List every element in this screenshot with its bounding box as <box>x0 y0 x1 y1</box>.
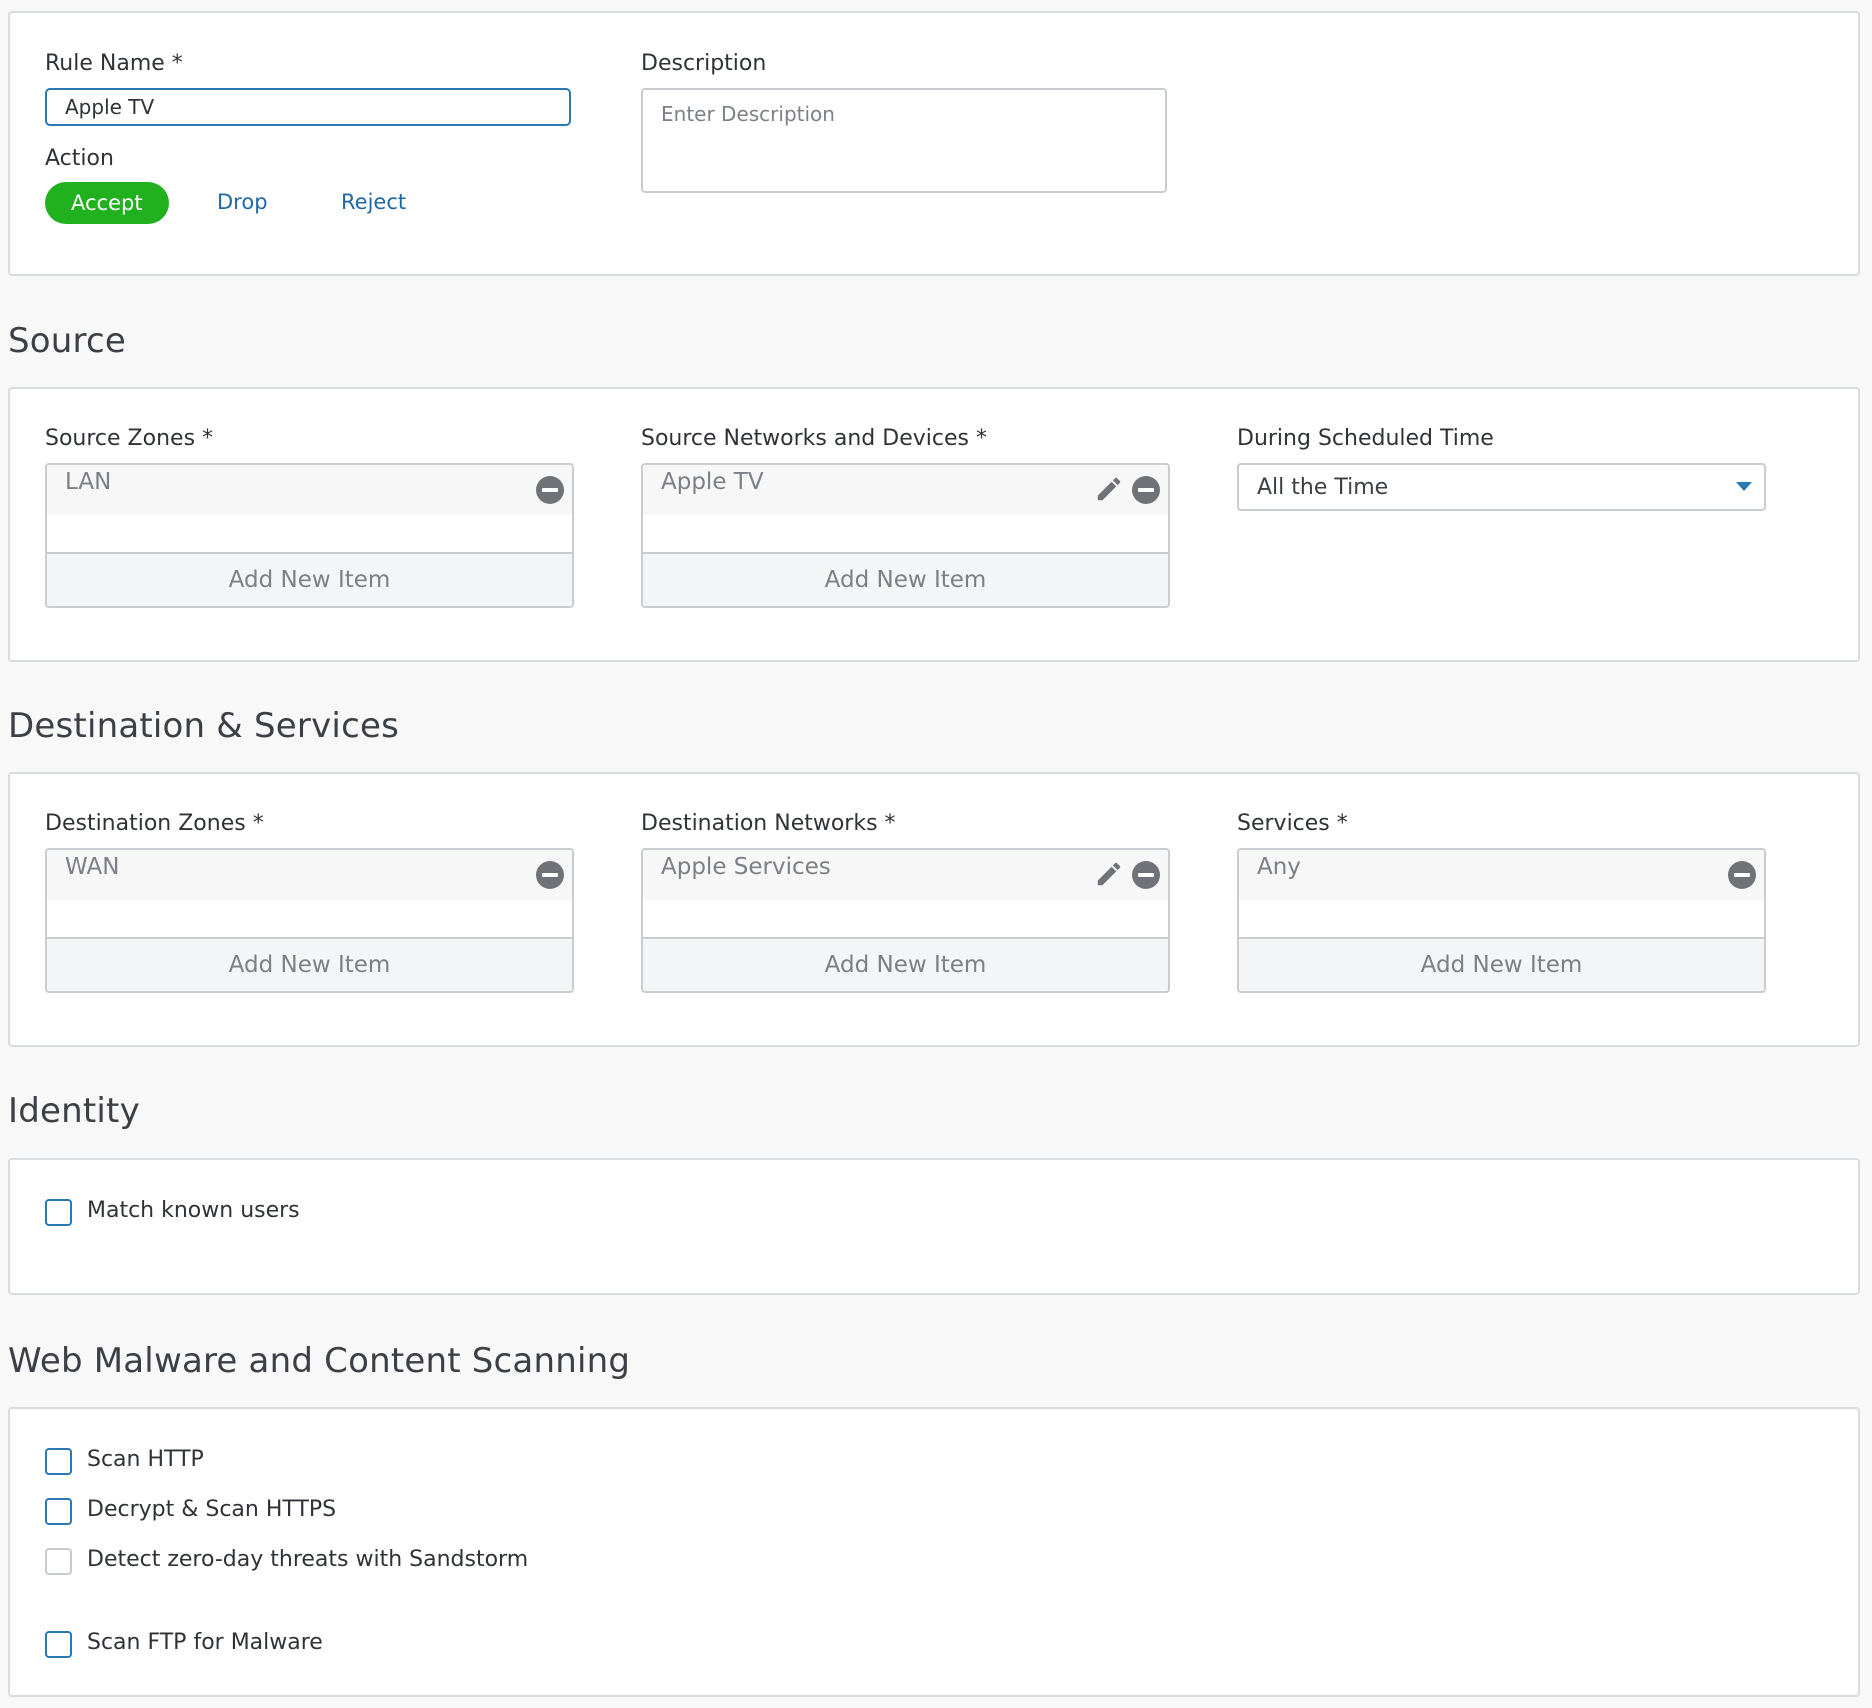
remove-icon[interactable] <box>1132 861 1160 889</box>
pencil-icon[interactable] <box>1094 859 1124 889</box>
service-any: Any <box>1257 854 1301 880</box>
remove-icon[interactable] <box>1132 476 1160 504</box>
general-panel: Rule Name * Action Accept Drop Reject De… <box>8 11 1860 276</box>
add-new-item-button[interactable]: Add New Item <box>643 937 1168 991</box>
caret-down-icon <box>1736 482 1752 491</box>
destination-zones-label: Destination Zones * <box>45 811 264 836</box>
destination-networks-list: Apple Services Add New Item <box>641 848 1170 993</box>
checkbox-box[interactable] <box>45 1498 72 1525</box>
checkbox-box <box>45 1548 72 1575</box>
remove-icon[interactable] <box>536 861 564 889</box>
add-new-item-button[interactable]: Add New Item <box>1239 937 1764 991</box>
drop-button[interactable]: Drop <box>217 190 268 214</box>
add-new-item-button[interactable]: Add New Item <box>47 937 572 991</box>
destination-network-apple-services: Apple Services <box>661 854 831 880</box>
services-list: Any Add New Item <box>1237 848 1766 993</box>
accept-button[interactable]: Accept <box>45 182 169 224</box>
sandstorm-label: Detect zero-day threats with Sandstorm <box>87 1547 529 1572</box>
source-zones-label: Source Zones * <box>45 426 214 451</box>
destination-zones-list: WAN Add New Item <box>45 848 574 993</box>
description-label: Description <box>641 51 767 76</box>
scan-http-label: Scan HTTP <box>87 1447 204 1472</box>
source-networks-label: Source Networks and Devices * <box>641 426 987 451</box>
add-new-item-button[interactable]: Add New Item <box>47 552 572 606</box>
list-item: Apple Services <box>643 850 1168 900</box>
scan-ftp-label: Scan FTP for Malware <box>87 1630 323 1655</box>
identity-section-title: Identity <box>8 1091 140 1131</box>
match-known-users-label: Match known users <box>87 1198 300 1223</box>
checkbox-box[interactable] <box>45 1199 72 1226</box>
action-label: Action <box>45 146 114 171</box>
web-malware-panel: Scan HTTP Decrypt & Scan HTTPS Detect ze… <box>8 1407 1860 1697</box>
destination-zone-wan: WAN <box>65 854 120 880</box>
remove-icon[interactable] <box>536 476 564 504</box>
source-networks-list: Apple TV Add New Item <box>641 463 1170 608</box>
list-item: Apple TV <box>643 465 1168 515</box>
source-zone-lan: LAN <box>65 469 112 495</box>
checkbox-box[interactable] <box>45 1448 72 1475</box>
destination-panel: Destination Zones * WAN Add New Item Des… <box>8 772 1860 1047</box>
list-item: Any <box>1239 850 1764 900</box>
rule-name-input[interactable] <box>45 88 571 126</box>
web-malware-section-title: Web Malware and Content Scanning <box>8 1341 631 1381</box>
source-network-apple-tv: Apple TV <box>661 469 764 495</box>
list-item: LAN <box>47 465 572 515</box>
schedule-label: During Scheduled Time <box>1237 426 1494 451</box>
destination-section-title: Destination & Services <box>8 706 400 746</box>
reject-button[interactable]: Reject <box>341 190 406 214</box>
checkbox-box[interactable] <box>45 1631 72 1658</box>
rule-name-label: Rule Name * <box>45 51 183 76</box>
list-item: WAN <box>47 850 572 900</box>
schedule-select[interactable]: All the Time <box>1237 463 1766 511</box>
source-panel: Source Zones * LAN Add New Item Source N… <box>8 387 1860 662</box>
remove-icon[interactable] <box>1728 861 1756 889</box>
description-field[interactable] <box>641 88 1167 193</box>
source-zones-list: LAN Add New Item <box>45 463 574 608</box>
services-label: Services * <box>1237 811 1348 836</box>
decrypt-https-label: Decrypt & Scan HTTPS <box>87 1497 337 1522</box>
source-section-title: Source <box>8 321 126 361</box>
add-new-item-button[interactable]: Add New Item <box>643 552 1168 606</box>
destination-networks-label: Destination Networks * <box>641 811 896 836</box>
schedule-value: All the Time <box>1257 475 1389 500</box>
pencil-icon[interactable] <box>1094 474 1124 504</box>
identity-panel: Match known users <box>8 1158 1860 1295</box>
